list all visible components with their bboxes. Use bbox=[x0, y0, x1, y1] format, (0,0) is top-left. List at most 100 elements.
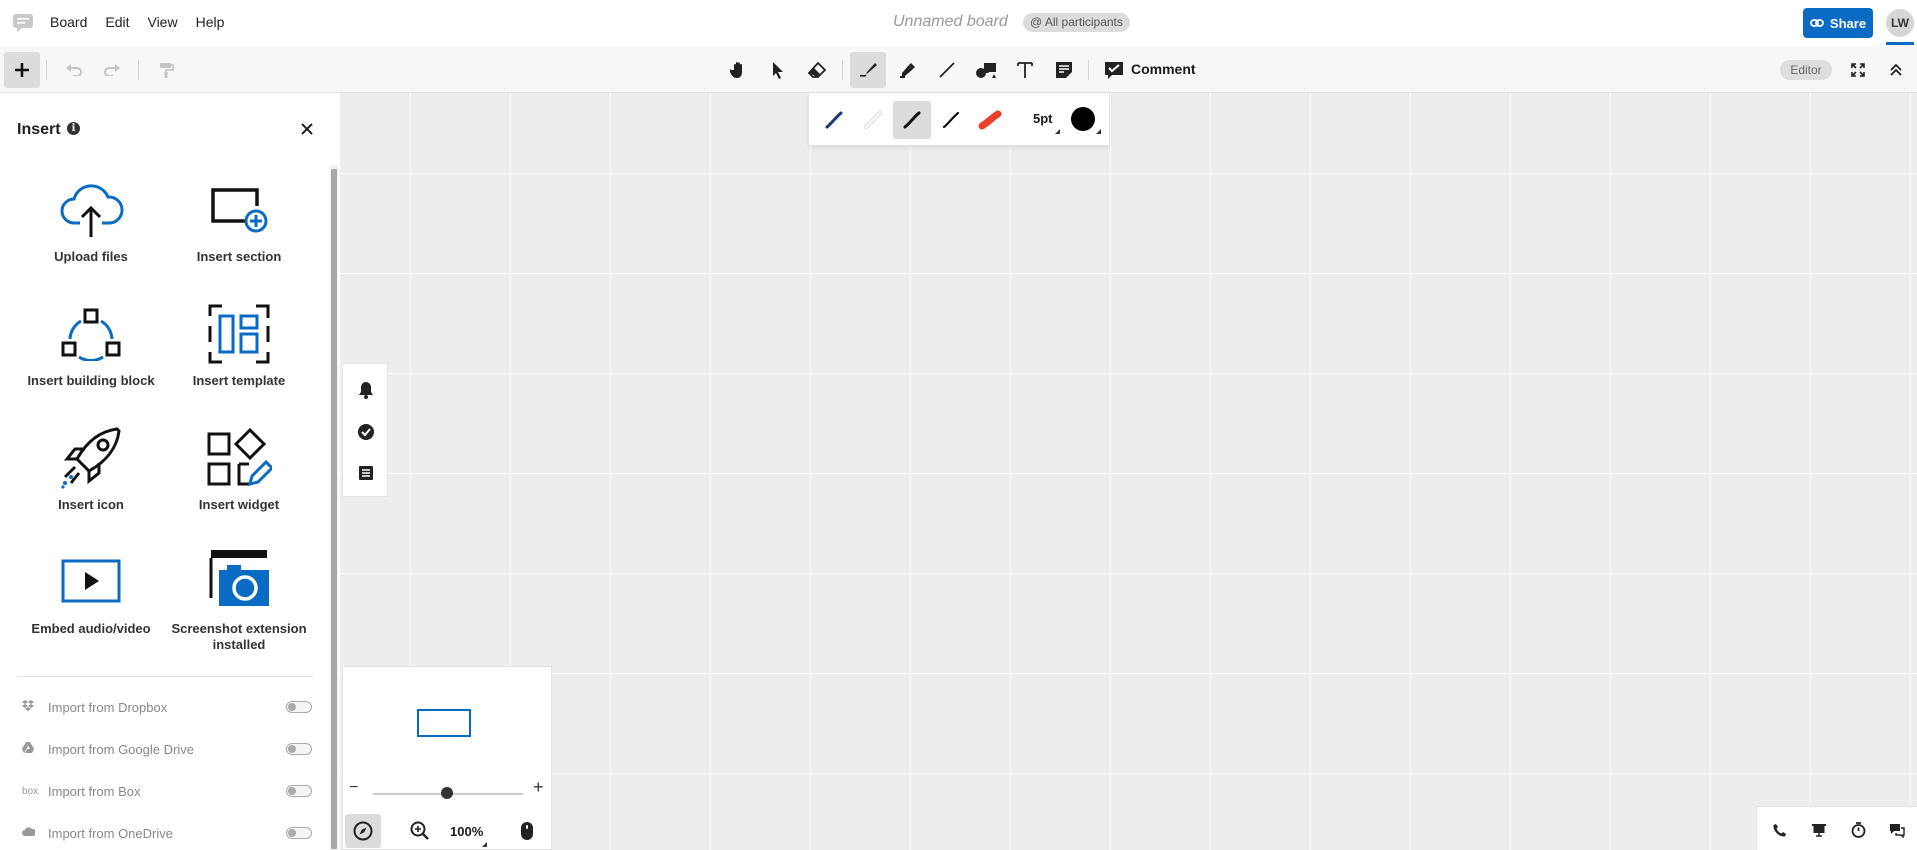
tile-insert-template[interactable]: Insert template bbox=[164, 295, 314, 389]
comment-tool-button[interactable] bbox=[1096, 52, 1132, 88]
phone-icon bbox=[1773, 824, 1786, 837]
blue-pen-icon bbox=[825, 111, 843, 129]
main-toolbar: Comment Editor bbox=[0, 46, 1917, 93]
import-label: Import from Google Drive bbox=[48, 741, 194, 757]
notes-list-icon bbox=[359, 466, 373, 480]
call-button[interactable] bbox=[1769, 819, 1791, 841]
participants-badge[interactable]: @ All participants bbox=[1023, 13, 1130, 32]
main-menu: Board Edit View Help bbox=[50, 14, 242, 30]
zoom-in-button[interactable]: + bbox=[533, 777, 544, 798]
building-block-icon bbox=[61, 308, 121, 361]
tile-label: Screenshot extension installed bbox=[171, 621, 307, 652]
import-box-row[interactable]: box Import from Box bbox=[22, 780, 312, 802]
highlighter-tool-button[interactable] bbox=[890, 52, 926, 88]
tile-label: Insert building block bbox=[27, 373, 155, 388]
panel-scrollbar-thumb[interactable] bbox=[331, 169, 337, 849]
eraser-tool-button[interactable] bbox=[799, 52, 835, 88]
import-dropbox-toggle[interactable] bbox=[286, 701, 312, 713]
upload-cloud-icon bbox=[60, 184, 124, 237]
pen-style-thin[interactable] bbox=[932, 101, 970, 139]
tile-insert-building-block[interactable]: Insert building block bbox=[16, 295, 166, 389]
zoom-slider-handle[interactable] bbox=[441, 787, 453, 799]
section-add-icon bbox=[211, 188, 268, 233]
tile-insert-widget[interactable]: Insert widget bbox=[164, 419, 314, 513]
import-label: Import from Box bbox=[48, 783, 141, 799]
zoom-to-fit-button[interactable] bbox=[402, 814, 438, 848]
zoom-level[interactable]: 100% bbox=[450, 824, 483, 839]
pen-icon bbox=[859, 63, 877, 77]
tile-label: Insert icon bbox=[58, 497, 124, 512]
tile-label: Insert template bbox=[192, 373, 286, 388]
shapes-tool-button[interactable] bbox=[968, 52, 1004, 88]
board-title[interactable]: Unnamed board bbox=[893, 13, 1008, 31]
tile-insert-icon[interactable]: Insert icon bbox=[16, 419, 166, 513]
menu-board[interactable]: Board bbox=[50, 14, 87, 30]
import-google-drive-toggle[interactable] bbox=[286, 743, 312, 755]
redo-button[interactable] bbox=[94, 52, 130, 88]
pen-style-red-marker[interactable] bbox=[971, 101, 1009, 139]
viewport-indicator[interactable] bbox=[417, 709, 471, 737]
select-tool-button[interactable] bbox=[760, 52, 796, 88]
check-circle-icon bbox=[358, 424, 374, 440]
pen-options-bar: 5pt bbox=[808, 93, 1110, 146]
import-label: Import from Dropbox bbox=[48, 699, 168, 715]
pen-tool-button[interactable] bbox=[850, 52, 886, 88]
board-canvas[interactable] bbox=[340, 93, 1917, 850]
timer-button[interactable] bbox=[1847, 819, 1869, 841]
line-tool-button[interactable] bbox=[929, 52, 965, 88]
tile-upload-files[interactable]: Upload files bbox=[16, 171, 166, 265]
app-logo-icon[interactable] bbox=[12, 13, 34, 33]
pen-style-black[interactable] bbox=[893, 101, 931, 139]
import-dropbox-row[interactable]: Import from Dropbox bbox=[22, 696, 312, 718]
zoom-out-button[interactable]: − bbox=[349, 779, 358, 797]
collaboration-tray bbox=[1756, 806, 1917, 850]
dropdown-corner-icon bbox=[1096, 129, 1101, 134]
menu-bar: Board Edit View Help Unnamed board @ All… bbox=[0, 0, 1917, 46]
menu-help[interactable]: Help bbox=[196, 14, 225, 30]
pen-style-light[interactable] bbox=[854, 101, 892, 139]
sticky-note-tool-button[interactable] bbox=[1046, 52, 1082, 88]
close-panel-button[interactable] bbox=[297, 120, 317, 140]
comment-label[interactable]: Comment bbox=[1131, 61, 1196, 77]
tile-insert-section[interactable]: Insert section bbox=[164, 171, 314, 265]
import-label: Import from OneDrive bbox=[48, 825, 173, 841]
template-icon bbox=[208, 304, 270, 364]
collapse-toolbar-button[interactable] bbox=[1878, 52, 1914, 88]
tasks-button[interactable] bbox=[354, 420, 378, 444]
notes-button[interactable] bbox=[354, 461, 378, 485]
link-icon bbox=[1810, 19, 1824, 27]
mouse-mode-button[interactable] bbox=[509, 814, 545, 848]
info-icon[interactable]: i bbox=[67, 122, 80, 135]
chevron-double-up-icon bbox=[1890, 63, 1902, 76]
format-painter-button[interactable] bbox=[148, 52, 184, 88]
presentation-button[interactable] bbox=[1808, 819, 1830, 841]
undo-button[interactable] bbox=[56, 52, 92, 88]
chat-button[interactable] bbox=[1886, 819, 1908, 841]
role-badge: Editor bbox=[1780, 60, 1832, 80]
navigator-toggle-button[interactable] bbox=[345, 814, 381, 848]
tile-screenshot-extension[interactable]: Screenshot extension installed bbox=[164, 535, 314, 653]
text-tool-button[interactable] bbox=[1007, 52, 1043, 88]
import-box-toggle[interactable] bbox=[286, 785, 312, 797]
pen-color-swatch[interactable] bbox=[1071, 107, 1095, 131]
menu-view[interactable]: View bbox=[147, 14, 177, 30]
pen-size-selector[interactable]: 5pt bbox=[1033, 111, 1053, 126]
black-pen-icon bbox=[903, 111, 921, 129]
import-onedrive-toggle[interactable] bbox=[286, 827, 312, 839]
tile-embed-audio-video[interactable]: Embed audio/video bbox=[16, 543, 166, 637]
hand-icon bbox=[730, 62, 742, 78]
fullscreen-button[interactable] bbox=[1840, 52, 1876, 88]
user-avatar[interactable]: LW bbox=[1886, 9, 1914, 37]
video-icon bbox=[61, 559, 121, 603]
share-button[interactable]: Share bbox=[1803, 8, 1873, 38]
dropdown-corner-icon bbox=[1055, 129, 1060, 134]
menu-edit[interactable]: Edit bbox=[105, 14, 129, 30]
pen-style-blue[interactable] bbox=[815, 101, 853, 139]
redo-icon bbox=[104, 64, 120, 76]
hand-tool-button[interactable] bbox=[721, 52, 757, 88]
import-google-drive-row[interactable]: Import from Google Drive bbox=[22, 738, 312, 760]
notifications-button[interactable] bbox=[354, 378, 378, 402]
import-onedrive-row[interactable]: Import from OneDrive bbox=[22, 822, 312, 844]
insert-toggle-button[interactable] bbox=[4, 52, 40, 88]
tile-label: Insert section bbox=[196, 249, 282, 264]
